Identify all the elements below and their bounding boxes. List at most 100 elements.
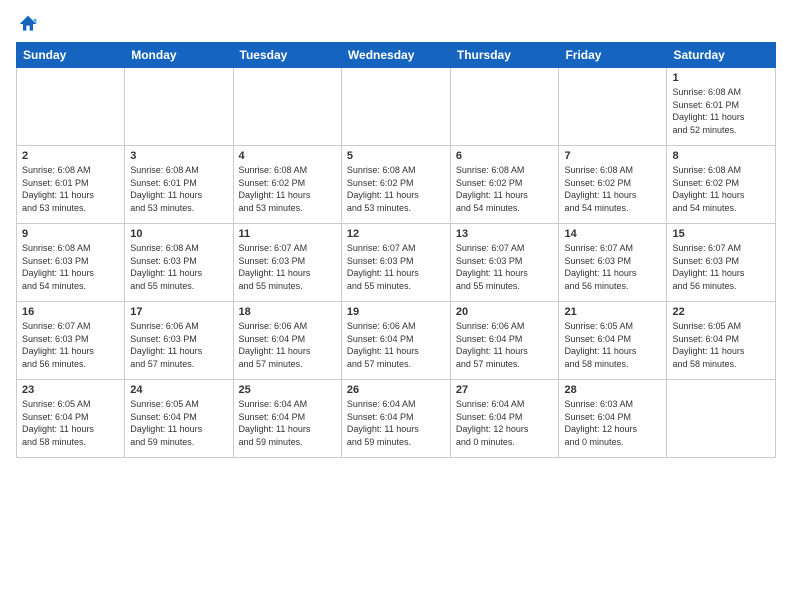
day-info: Sunrise: 6:06 AMSunset: 6:04 PMDaylight:… — [239, 320, 336, 370]
calendar-cell — [341, 68, 450, 146]
day-number: 8 — [672, 150, 770, 162]
calendar-week-row: 1 Sunrise: 6:08 AMSunset: 6:01 PMDaylight… — [17, 68, 776, 146]
day-info: Sunrise: 6:06 AMSunset: 6:04 PMDaylight:… — [456, 320, 554, 370]
calendar-cell: 6 Sunrise: 6:08 AMSunset: 6:02 PMDaylight… — [450, 146, 559, 224]
calendar-cell: 12 Sunrise: 6:07 AMSunset: 6:03 PMDayligh… — [341, 224, 450, 302]
calendar-cell — [17, 68, 125, 146]
header — [16, 16, 776, 34]
calendar-header-monday: Monday — [125, 43, 233, 68]
day-info: Sunrise: 6:08 AMSunset: 6:02 PMDaylight:… — [239, 164, 336, 214]
day-number: 19 — [347, 306, 445, 318]
day-info: Sunrise: 6:07 AMSunset: 6:03 PMDaylight:… — [239, 242, 336, 292]
day-number: 26 — [347, 384, 445, 396]
day-number: 23 — [22, 384, 119, 396]
day-number: 1 — [672, 72, 770, 84]
day-info: Sunrise: 6:08 AMSunset: 6:01 PMDaylight:… — [130, 164, 227, 214]
day-number: 5 — [347, 150, 445, 162]
calendar-cell: 2 Sunrise: 6:08 AMSunset: 6:01 PMDaylight… — [17, 146, 125, 224]
calendar-header-thursday: Thursday — [450, 43, 559, 68]
page: SundayMondayTuesdayWednesdayThursdayFrid… — [0, 0, 792, 612]
day-info: Sunrise: 6:06 AMSunset: 6:03 PMDaylight:… — [130, 320, 227, 370]
calendar-cell: 5 Sunrise: 6:08 AMSunset: 6:02 PMDaylight… — [341, 146, 450, 224]
day-info: Sunrise: 6:08 AMSunset: 6:03 PMDaylight:… — [130, 242, 227, 292]
day-info: Sunrise: 6:07 AMSunset: 6:03 PMDaylight:… — [456, 242, 554, 292]
day-number: 22 — [672, 306, 770, 318]
day-info: Sunrise: 6:05 AMSunset: 6:04 PMDaylight:… — [564, 320, 661, 370]
day-number: 21 — [564, 306, 661, 318]
day-info: Sunrise: 6:08 AMSunset: 6:02 PMDaylight:… — [564, 164, 661, 214]
calendar-cell — [125, 68, 233, 146]
day-number: 14 — [564, 228, 661, 240]
day-number: 11 — [239, 228, 336, 240]
day-number: 27 — [456, 384, 554, 396]
day-info: Sunrise: 6:08 AMSunset: 6:02 PMDaylight:… — [347, 164, 445, 214]
day-info: Sunrise: 6:04 AMSunset: 6:04 PMDaylight:… — [347, 398, 445, 448]
calendar-cell: 15 Sunrise: 6:07 AMSunset: 6:03 PMDayligh… — [667, 224, 776, 302]
calendar-cell — [559, 68, 667, 146]
day-number: 6 — [456, 150, 554, 162]
calendar-cell: 23 Sunrise: 6:05 AMSunset: 6:04 PMDayligh… — [17, 380, 125, 458]
day-info: Sunrise: 6:04 AMSunset: 6:04 PMDaylight:… — [456, 398, 554, 448]
day-number: 13 — [456, 228, 554, 240]
day-info: Sunrise: 6:08 AMSunset: 6:01 PMDaylight:… — [672, 86, 770, 136]
calendar-cell: 19Sunrise: 6:06 AMSunset: 6:04 PMDayligh… — [341, 302, 450, 380]
day-number: 4 — [239, 150, 336, 162]
calendar-cell: 16 Sunrise: 6:07 AMSunset: 6:03 PMDayligh… — [17, 302, 125, 380]
calendar-cell: 3 Sunrise: 6:08 AMSunset: 6:01 PMDaylight… — [125, 146, 233, 224]
day-number: 18 — [239, 306, 336, 318]
day-number: 9 — [22, 228, 119, 240]
calendar-cell — [233, 68, 341, 146]
calendar-header-row: SundayMondayTuesdayWednesdayThursdayFrid… — [17, 43, 776, 68]
calendar-cell: 4 Sunrise: 6:08 AMSunset: 6:02 PMDaylight… — [233, 146, 341, 224]
day-info: Sunrise: 6:08 AMSunset: 6:02 PMDaylight:… — [672, 164, 770, 214]
calendar-cell: 21 Sunrise: 6:05 AMSunset: 6:04 PMDayligh… — [559, 302, 667, 380]
calendar-cell: 28 Sunrise: 6:03 AMSunset: 6:04 PMDayligh… — [559, 380, 667, 458]
day-number: 25 — [239, 384, 336, 396]
calendar-week-row: 2 Sunrise: 6:08 AMSunset: 6:01 PMDaylight… — [17, 146, 776, 224]
calendar-table: SundayMondayTuesdayWednesdayThursdayFrid… — [16, 42, 776, 458]
day-info: Sunrise: 6:07 AMSunset: 6:03 PMDaylight:… — [564, 242, 661, 292]
calendar-cell: 17 Sunrise: 6:06 AMSunset: 6:03 PMDayligh… — [125, 302, 233, 380]
calendar-header-tuesday: Tuesday — [233, 43, 341, 68]
calendar-header-sunday: Sunday — [17, 43, 125, 68]
day-number: 15 — [672, 228, 770, 240]
calendar-cell: 8 Sunrise: 6:08 AMSunset: 6:02 PMDaylight… — [667, 146, 776, 224]
day-number: 16 — [22, 306, 119, 318]
calendar-cell: 24Sunrise: 6:05 AMSunset: 6:04 PMDayligh… — [125, 380, 233, 458]
day-number: 10 — [130, 228, 227, 240]
calendar-week-row: 9 Sunrise: 6:08 AMSunset: 6:03 PMDaylight… — [17, 224, 776, 302]
calendar-cell: 27 Sunrise: 6:04 AMSunset: 6:04 PMDayligh… — [450, 380, 559, 458]
calendar-week-row: 16 Sunrise: 6:07 AMSunset: 6:03 PMDayligh… — [17, 302, 776, 380]
logo — [16, 16, 38, 34]
calendar-cell: 11 Sunrise: 6:07 AMSunset: 6:03 PMDayligh… — [233, 224, 341, 302]
day-info: Sunrise: 6:07 AMSunset: 6:03 PMDaylight:… — [347, 242, 445, 292]
day-number: 3 — [130, 150, 227, 162]
calendar-header-wednesday: Wednesday — [341, 43, 450, 68]
day-number: 17 — [130, 306, 227, 318]
day-info: Sunrise: 6:08 AMSunset: 6:03 PMDaylight:… — [22, 242, 119, 292]
day-info: Sunrise: 6:07 AMSunset: 6:03 PMDaylight:… — [22, 320, 119, 370]
calendar-header-saturday: Saturday — [667, 43, 776, 68]
calendar-cell: 1 Sunrise: 6:08 AMSunset: 6:01 PMDaylight… — [667, 68, 776, 146]
calendar-cell: 26 Sunrise: 6:04 AMSunset: 6:04 PMDayligh… — [341, 380, 450, 458]
calendar-header-friday: Friday — [559, 43, 667, 68]
logo-icon — [18, 14, 38, 34]
calendar-week-row: 23 Sunrise: 6:05 AMSunset: 6:04 PMDayligh… — [17, 380, 776, 458]
calendar-cell: 20Sunrise: 6:06 AMSunset: 6:04 PMDayligh… — [450, 302, 559, 380]
day-info: Sunrise: 6:08 AMSunset: 6:01 PMDaylight:… — [22, 164, 119, 214]
calendar-cell — [667, 380, 776, 458]
day-info: Sunrise: 6:03 AMSunset: 6:04 PMDaylight:… — [564, 398, 661, 448]
calendar-cell: 10 Sunrise: 6:08 AMSunset: 6:03 PMDayligh… — [125, 224, 233, 302]
day-info: Sunrise: 6:08 AMSunset: 6:02 PMDaylight:… — [456, 164, 554, 214]
calendar-cell: 7 Sunrise: 6:08 AMSunset: 6:02 PMDaylight… — [559, 146, 667, 224]
day-info: Sunrise: 6:07 AMSunset: 6:03 PMDaylight:… — [672, 242, 770, 292]
day-number: 12 — [347, 228, 445, 240]
day-info: Sunrise: 6:05 AMSunset: 6:04 PMDaylight:… — [22, 398, 119, 448]
day-info: Sunrise: 6:04 AMSunset: 6:04 PMDaylight:… — [239, 398, 336, 448]
day-number: 2 — [22, 150, 119, 162]
day-number: 28 — [564, 384, 661, 396]
calendar-cell: 18 Sunrise: 6:06 AMSunset: 6:04 PMDayligh… — [233, 302, 341, 380]
day-number: 7 — [564, 150, 661, 162]
calendar-cell: 14 Sunrise: 6:07 AMSunset: 6:03 PMDayligh… — [559, 224, 667, 302]
calendar-cell: 25 Sunrise: 6:04 AMSunset: 6:04 PMDayligh… — [233, 380, 341, 458]
